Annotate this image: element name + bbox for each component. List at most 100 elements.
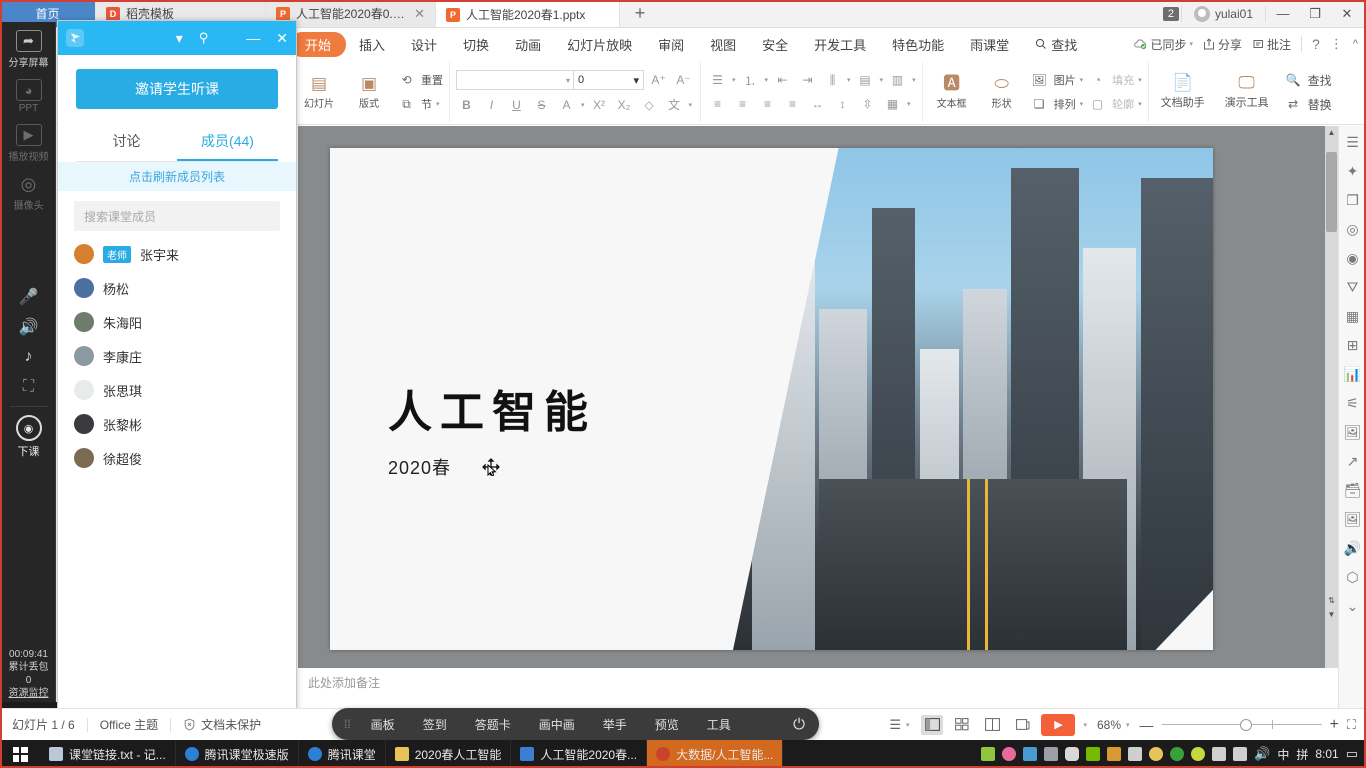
find-row[interactable]: 🔍 查找: [1283, 71, 1332, 90]
leaf-icon[interactable]: [1191, 747, 1206, 761]
outline-view-button[interactable]: ☰ ▾: [885, 709, 913, 741]
slide-nav-buttons[interactable]: ⇅: [1325, 596, 1338, 622]
clear-format-button[interactable]: ◇: [639, 95, 660, 114]
audio-icon[interactable]: 🔊: [1343, 538, 1363, 558]
slide-index-status[interactable]: 幻灯片 1 / 6: [0, 709, 87, 741]
protection-status[interactable]: 文档未保护: [171, 709, 273, 741]
end-class-button[interactable]: ◉ 下课: [15, 415, 42, 459]
underline-button[interactable]: U: [506, 95, 527, 114]
float-item-signin[interactable]: 签到: [409, 716, 461, 733]
nvidia-icon[interactable]: [1086, 747, 1101, 761]
flower-icon[interactable]: [1002, 747, 1017, 761]
paragraph-spacing-button[interactable]: ⇳: [857, 95, 878, 114]
more-button[interactable]: ⋮: [1330, 36, 1343, 52]
member-list-item[interactable]: 张黎彬: [58, 407, 296, 441]
scroll-up-arrow-icon[interactable]: ▲: [1325, 126, 1338, 140]
mic-icon[interactable]: [1065, 747, 1080, 761]
ribbon-tab-search[interactable]: 查找: [1022, 31, 1090, 58]
tab-discussion[interactable]: 讨论: [76, 131, 177, 161]
chevron-down-icon[interactable]: ▾: [765, 76, 769, 84]
align-right-button[interactable]: ≡: [757, 95, 778, 114]
arrange-row[interactable]: ❏ 排列 ▾ ▢ 轮廓 ▾: [1029, 95, 1142, 114]
subscript-button[interactable]: X₂: [614, 95, 635, 114]
chevron-down-icon[interactable]: ▾: [880, 76, 884, 84]
pen-icon[interactable]: [1044, 747, 1059, 761]
slide-subtitle[interactable]: 2020春: [388, 454, 451, 480]
shield-icon[interactable]: [1170, 747, 1185, 761]
align-center-button[interactable]: ≡: [732, 95, 753, 114]
table-icon[interactable]: ▦: [1343, 306, 1363, 326]
ribbon-tab-slideshow[interactable]: 幻灯片放映: [554, 31, 645, 58]
pinyin-guide-button[interactable]: 文: [664, 95, 685, 114]
font-size-select[interactable]: 0 ▾: [574, 70, 644, 90]
vertical-scrollbar[interactable]: ▲ ▼ ⇅: [1325, 126, 1338, 668]
replace-row[interactable]: ⇄ 替换: [1283, 95, 1332, 114]
network-icon[interactable]: [1233, 747, 1248, 761]
notes-pane[interactable]: 此处添加备注: [298, 668, 1338, 706]
ribbon-tab-start[interactable]: 开始: [290, 31, 347, 57]
tab-members[interactable]: 成员(44): [177, 131, 278, 161]
grow-font-button[interactable]: A⁺: [648, 71, 669, 90]
zoom-slider[interactable]: [1161, 718, 1322, 732]
box-icon[interactable]: [1023, 747, 1038, 761]
clock[interactable]: 8:01: [1315, 747, 1338, 761]
start-slideshow-button[interactable]: ▶: [1041, 713, 1076, 736]
float-item-preview[interactable]: 预览: [641, 716, 693, 733]
normal-view-button[interactable]: [921, 714, 944, 735]
badge-icon[interactable]: ◉: [1343, 248, 1363, 268]
align-left-button[interactable]: ≡: [707, 95, 728, 114]
taskbar-item-folder[interactable]: 2020春人工智能: [386, 740, 512, 768]
zoom-level[interactable]: 68% ▾: [1095, 709, 1132, 741]
new-slide-button[interactable]: ▤ 幻灯片: [296, 74, 342, 110]
panel-dropdown-button[interactable]: ▾: [176, 30, 183, 47]
close-button[interactable]: ✕: [1332, 0, 1362, 27]
dock-item-play-video[interactable]: ▶ 播放视频: [3, 124, 55, 163]
maximize-button[interactable]: ❐: [1300, 0, 1330, 27]
save-icon[interactable]: [1107, 747, 1122, 761]
slide-editing-area[interactable]: 人工智能 2020春 ▲ ▼ ⇅: [298, 126, 1338, 668]
float-item-raise-hand[interactable]: 举手: [589, 716, 641, 733]
chevron-down-icon[interactable]: ▾: [581, 101, 585, 109]
ribbon-tab-features[interactable]: 特色功能: [879, 31, 957, 58]
slide-canvas[interactable]: 人工智能 2020春: [330, 148, 1213, 650]
help-button[interactable]: ?: [1312, 36, 1320, 52]
comment-action[interactable]: 批注: [1252, 36, 1291, 53]
security-icon[interactable]: ⬡: [1343, 567, 1363, 587]
italic-button[interactable]: I: [481, 95, 502, 114]
tab-document-1[interactable]: P 人工智能2020春1.pptx: [436, 0, 620, 27]
picture-row[interactable]: 🖼 图片 ▾ ◔ 填充 ▾: [1029, 71, 1141, 90]
slide-sorter-view-button[interactable]: [951, 715, 973, 735]
pin-icon[interactable]: ⚲: [199, 30, 209, 46]
doc-assistant-button[interactable]: 📄 文档助手: [1155, 74, 1211, 110]
drag-handle-icon[interactable]: ⁞⁞: [332, 717, 357, 731]
share-action[interactable]: 分享: [1203, 36, 1242, 53]
invite-students-button[interactable]: 邀请学生听课: [76, 69, 278, 109]
usb-icon[interactable]: [981, 747, 996, 761]
refresh-member-list-bar[interactable]: 点击刷新成员列表: [58, 162, 296, 191]
ribbon-tab-view[interactable]: 视图: [697, 31, 749, 58]
ime-mode[interactable]: 中: [1277, 746, 1289, 763]
qq-icon[interactable]: [1149, 747, 1164, 761]
settings-slider-icon[interactable]: ⚟: [1343, 393, 1363, 413]
chart-icon[interactable]: 📊: [1343, 364, 1363, 384]
image-library-icon[interactable]: 🖼: [1343, 422, 1363, 442]
user-account[interactable]: yulai01: [1184, 5, 1263, 22]
bullet-list-button[interactable]: ☰: [707, 71, 728, 90]
usb-drive-icon[interactable]: [1128, 747, 1143, 761]
chevron-down-icon[interactable]: ▾: [732, 76, 736, 84]
superscript-button[interactable]: X²: [589, 95, 610, 114]
panel-minimize-button[interactable]: —: [246, 30, 260, 46]
ribbon-tab-rain-classroom[interactable]: 雨课堂: [957, 31, 1022, 58]
export-icon[interactable]: ↗: [1343, 451, 1363, 471]
line-spacing-button[interactable]: ↕: [832, 95, 853, 114]
power-button[interactable]: ⏻: [793, 716, 805, 733]
notification-badge[interactable]: 2: [1162, 6, 1179, 21]
member-search-input[interactable]: 搜索课堂成员: [74, 201, 280, 231]
dock-item-ppt[interactable]: ◕ PPT: [3, 79, 55, 114]
numbered-list-button[interactable]: ⒈: [740, 71, 761, 90]
ribbon-tab-transition[interactable]: 切换: [450, 31, 502, 58]
reading-view-button[interactable]: [981, 715, 1003, 735]
taskbar-item-tencent-classroom-fast[interactable]: 腾讯课堂极速版: [176, 740, 299, 768]
duplicate-shape-icon[interactable]: ❐: [1343, 190, 1363, 210]
shape-button[interactable]: ⬭ 形状: [979, 74, 1025, 110]
